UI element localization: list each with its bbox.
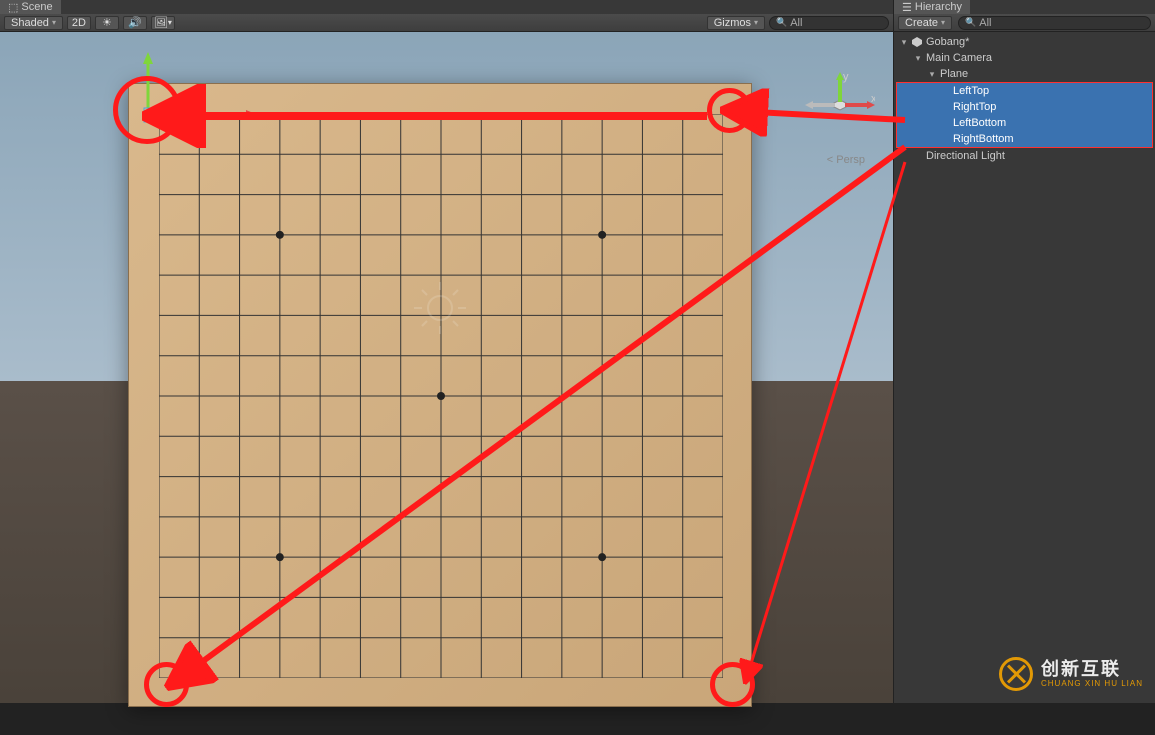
scene-tab-label: Scene <box>21 1 52 13</box>
hierarchy-panel: ☰ Hierarchy Create All ▾ Gobang* ▾ Main … <box>893 0 1155 703</box>
scene-viewport[interactable]: x y Persp <box>0 32 893 703</box>
annotation-circle-lefttop <box>113 76 181 144</box>
2d-toggle[interactable]: 2D <box>67 16 91 30</box>
hierarchy-item-main-camera[interactable]: ▾ Main Camera <box>894 50 1155 66</box>
fx-toggle[interactable]: 🖼▾ <box>151 16 175 30</box>
gizmos-dropdown[interactable]: Gizmos <box>707 16 765 30</box>
orientation-gizmo[interactable]: x y <box>805 72 875 142</box>
hierarchy-item-plane[interactable]: ▾ Plane <box>894 66 1155 82</box>
hierarchy-icon: ☰ <box>902 1 912 14</box>
go-board <box>128 83 752 707</box>
hierarchy-tab-label: Hierarchy <box>915 1 962 13</box>
scene-tab-bar: ⬚ Scene <box>0 0 893 14</box>
scene-tab-icon: ⬚ <box>8 1 18 14</box>
shading-mode-dropdown[interactable]: Shaded <box>4 16 63 30</box>
audio-icon: 🔊 <box>128 16 142 29</box>
hierarchy-item-lefttop[interactable]: LeftTop <box>897 83 1152 99</box>
hierarchy-tree: ▾ Gobang* ▾ Main Camera ▾ Plane LeftTop … <box>894 32 1155 703</box>
foldout-icon[interactable]: ▾ <box>912 53 924 64</box>
hierarchy-tab[interactable]: ☰ Hierarchy <box>894 0 970 14</box>
hierarchy-toolbar: Create All <box>894 14 1155 32</box>
hierarchy-item-leftbottom[interactable]: LeftBottom <box>897 115 1152 131</box>
scene-tab[interactable]: ⬚ Scene <box>0 0 61 14</box>
hierarchy-selection-box: LeftTop RightTop LeftBottom RightBottom <box>896 82 1153 148</box>
board-grid <box>159 114 723 678</box>
audio-toggle[interactable]: 🔊 <box>123 16 147 30</box>
annotation-circle-rightbottom <box>710 662 755 707</box>
annotation-circle-leftbottom <box>144 662 189 707</box>
projection-label[interactable]: Persp <box>827 154 865 166</box>
watermark-py: CHUANG XIN HU LIAN <box>1041 680 1143 689</box>
hierarchy-create-dropdown[interactable]: Create <box>898 16 952 30</box>
annotation-circle-righttop <box>707 88 752 133</box>
hierarchy-item-righttop[interactable]: RightTop <box>897 99 1152 115</box>
lighting-toggle[interactable]: ☀ <box>95 16 119 30</box>
hierarchy-item-directional-light[interactable]: Directional Light <box>894 148 1155 164</box>
hierarchy-scene-row[interactable]: ▾ Gobang* <box>894 34 1155 50</box>
scene-name-label: Gobang* <box>924 36 969 48</box>
light-gizmo-icon <box>410 278 470 338</box>
foldout-icon[interactable]: ▾ <box>926 69 938 80</box>
watermark-logo-icon <box>999 657 1033 691</box>
foldout-icon[interactable]: ▾ <box>898 37 910 48</box>
axis-x-label: x <box>871 93 875 105</box>
scene-search-input[interactable]: All <box>769 16 889 30</box>
hierarchy-search-input[interactable]: All <box>958 16 1151 30</box>
watermark-cn: 创新互联 <box>1041 660 1143 680</box>
sun-icon: ☀ <box>102 16 112 29</box>
scene-panel: ⬚ Scene Shaded 2D ☀ 🔊 🖼▾ Gizmos All <box>0 0 893 703</box>
hierarchy-item-rightbottom[interactable]: RightBottom <box>897 131 1152 147</box>
unity-icon <box>910 36 924 48</box>
image-icon: 🖼 <box>154 16 168 29</box>
axis-y-label: y <box>843 72 849 83</box>
hierarchy-tab-bar: ☰ Hierarchy <box>894 0 1155 14</box>
watermark: 创新互联 CHUANG XIN HU LIAN <box>999 657 1143 691</box>
scene-toolbar: Shaded 2D ☀ 🔊 🖼▾ Gizmos All <box>0 14 893 32</box>
